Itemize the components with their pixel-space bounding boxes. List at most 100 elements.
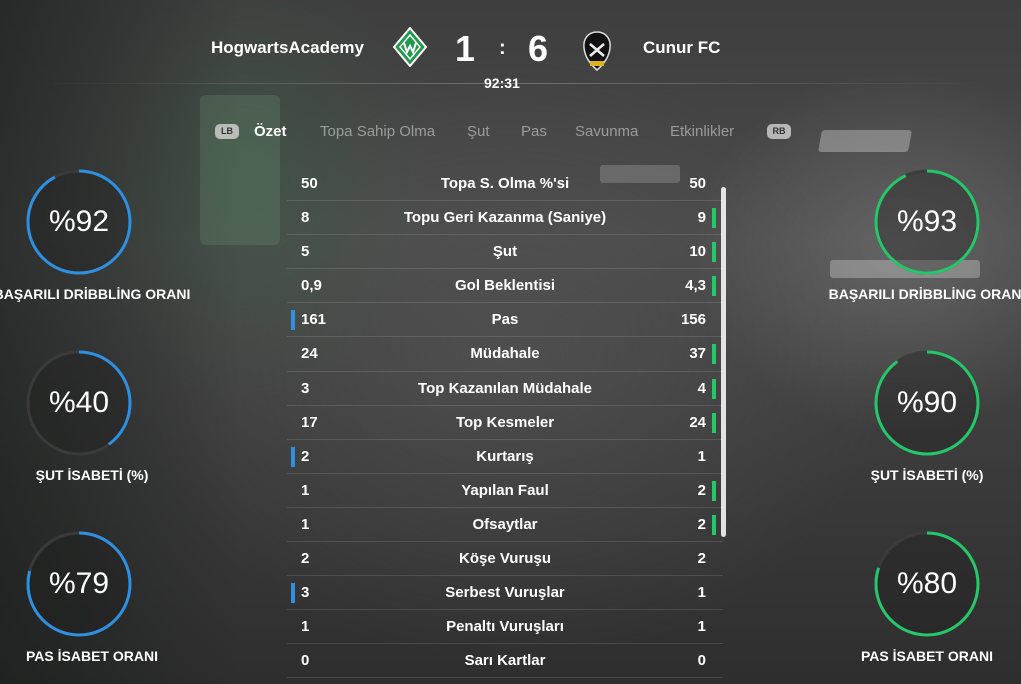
home-dribbling-label: BAŞARILI DRİBBLİNG ORANI — [0, 286, 191, 302]
tab-savunma[interactable]: Savunma — [575, 123, 638, 140]
tab-ozet[interactable]: Özet — [254, 123, 287, 140]
stat-away-value: 4,3 — [685, 277, 706, 295]
stat-name: Penaltı Vuruşları — [446, 618, 564, 636]
stat-name: Gol Beklentisi — [454, 277, 556, 295]
stat-away-value: 10 — [689, 243, 706, 261]
stat-away-value: 37 — [689, 345, 706, 363]
stat-name: Kurtarış — [476, 447, 534, 465]
away-leader-marker — [712, 480, 716, 501]
stats-tab-bar: LB Özet Topa Sahip Olma Şut Pas Savunma … — [0, 118, 1021, 148]
home-shot-accuracy-label: ŞUT İSABETİ (%) — [35, 467, 149, 483]
stat-away-value: 4 — [697, 379, 706, 397]
stat-away-value: 156 — [680, 311, 706, 329]
stat-home-value: 5 — [301, 243, 310, 261]
home-shot-accuracy-ring: %40 — [24, 348, 134, 458]
away-leader-marker — [712, 276, 716, 297]
stat-away-value: 2 — [697, 515, 706, 533]
stat-home-value: 50 — [301, 175, 318, 192]
away-shot-accuracy-ring: %90 — [872, 348, 982, 458]
away-leader-marker — [712, 378, 716, 399]
home-pass-accuracy-ring: %79 — [24, 529, 134, 639]
stat-home-value: 1 — [301, 618, 310, 636]
away-score: 6 — [528, 28, 549, 69]
away-team-crest-icon — [580, 30, 614, 72]
stat-home-value: 3 — [301, 379, 310, 397]
home-team-crest-icon — [392, 26, 428, 68]
stat-row: 1 Ofsaytlar 2 — [287, 508, 723, 543]
stat-home-value: 0,9 — [301, 277, 322, 295]
stat-row: 24 Müdahale 37 — [287, 337, 723, 372]
stat-home-value: 1 — [301, 515, 310, 533]
stat-row: 2 Köşe Vuruşu 2 — [287, 542, 723, 577]
stat-row: 50 Topa S. Olma %'si 50 — [287, 167, 723, 202]
stats-scrollbar[interactable] — [721, 187, 726, 537]
stat-name: Top Kesmeler — [455, 413, 555, 431]
stat-name: Top Kazanılan Müdahale — [418, 379, 592, 397]
tab-pas[interactable]: Pas — [521, 123, 547, 140]
tab-etkinlikler[interactable]: Etkinlikler — [670, 123, 734, 140]
stat-away-value: 24 — [689, 413, 706, 431]
away-leader-marker — [712, 344, 716, 365]
away-dribbling-label: BAŞARILI DRİBBLİNG ORANI — [828, 286, 1021, 302]
stat-row: 17 Top Kesmeler 24 — [287, 406, 723, 440]
home-team-name: HogwartsAcademy — [210, 38, 364, 57]
home-score: 1 — [455, 28, 476, 69]
stat-away-value: 9 — [697, 209, 706, 227]
stat-row: 3 Serbest Vuruşlar 1 — [287, 576, 723, 611]
stat-name: Şut — [492, 243, 518, 261]
home-dribbling-ring: %92 — [24, 167, 134, 277]
stat-name: Ofsaytlar — [472, 515, 538, 533]
lb-bumper-icon[interactable]: LB — [215, 124, 239, 139]
stat-home-value: 1 — [301, 481, 310, 499]
home-dribbling-value: %92 — [48, 205, 110, 238]
stat-row: 1 Penaltı Vuruşları 1 — [287, 610, 723, 645]
home-leader-marker — [291, 310, 295, 331]
match-stats-table: 50 Topa S. Olma %'si 50 8 Topu Geri Kazanma … — [287, 167, 723, 679]
stat-away-value: 1 — [697, 447, 706, 465]
stat-row: 8 Topu Geri Kazanma (Saniye) 9 — [287, 201, 723, 236]
stat-name: Sarı Kartlar — [464, 652, 546, 670]
stat-row: 2 Kurtarış 1 — [287, 440, 723, 474]
stat-away-value: 1 — [697, 584, 706, 602]
scoreboard-header: HogwartsAcademy 1 : 6 Cunur FC 92:31 — [0, 0, 1021, 100]
stat-home-value: 2 — [301, 447, 310, 465]
home-leader-marker — [291, 583, 295, 604]
away-shot-accuracy-label: ŞUT İSABETİ (%) — [870, 467, 984, 483]
away-leader-marker — [712, 242, 716, 263]
stat-home-value: 161 — [301, 311, 327, 329]
away-pass-accuracy-ring: %80 — [872, 529, 982, 639]
stat-row: 5 Şut 10 — [287, 235, 723, 270]
away-dribbling-ring: %93 — [872, 167, 982, 277]
score-separator: : — [499, 37, 506, 59]
header-divider — [30, 83, 990, 84]
stat-row: 0 Sarı Kartlar 0 — [287, 644, 723, 679]
stat-name: Müdahale — [470, 345, 540, 363]
stat-away-value: 2 — [697, 550, 706, 568]
stat-row: 1 Yapılan Faul 2 — [287, 474, 723, 508]
stat-away-value: 50 — [689, 175, 706, 192]
stat-away-value: 1 — [697, 618, 706, 636]
away-leader-marker — [712, 208, 716, 229]
stat-name: Topa S. Olma %'si — [440, 175, 570, 192]
stat-home-value: 2 — [301, 550, 310, 568]
tab-topa-sahip-olma[interactable]: Topa Sahip Olma — [320, 123, 435, 140]
stat-home-value: 24 — [301, 345, 318, 363]
home-pass-accuracy-label: PAS İSABET ORANI — [26, 648, 158, 664]
stat-name: Pas — [491, 311, 519, 329]
stat-row: 3 Top Kazanılan Müdahale 4 — [287, 372, 723, 406]
tab-sut[interactable]: Şut — [467, 123, 490, 140]
stat-home-value: 3 — [301, 584, 310, 602]
away-dribbling-value: %93 — [896, 205, 958, 238]
stat-name: Köşe Vuruşu — [459, 550, 551, 568]
away-leader-marker — [712, 412, 716, 433]
home-shot-accuracy-value: %40 — [48, 386, 110, 419]
away-team-name: Cunur FC — [643, 38, 721, 57]
stat-away-value: 2 — [697, 481, 706, 499]
rb-bumper-icon[interactable]: RB — [767, 124, 791, 139]
stat-away-value: 0 — [697, 652, 706, 670]
stat-name: Serbest Vuruşlar — [445, 584, 565, 602]
stat-name: Yapılan Faul — [461, 481, 549, 499]
away-leader-marker — [712, 514, 716, 535]
home-pass-accuracy-value: %79 — [48, 567, 110, 600]
stat-home-value: 0 — [301, 652, 310, 670]
